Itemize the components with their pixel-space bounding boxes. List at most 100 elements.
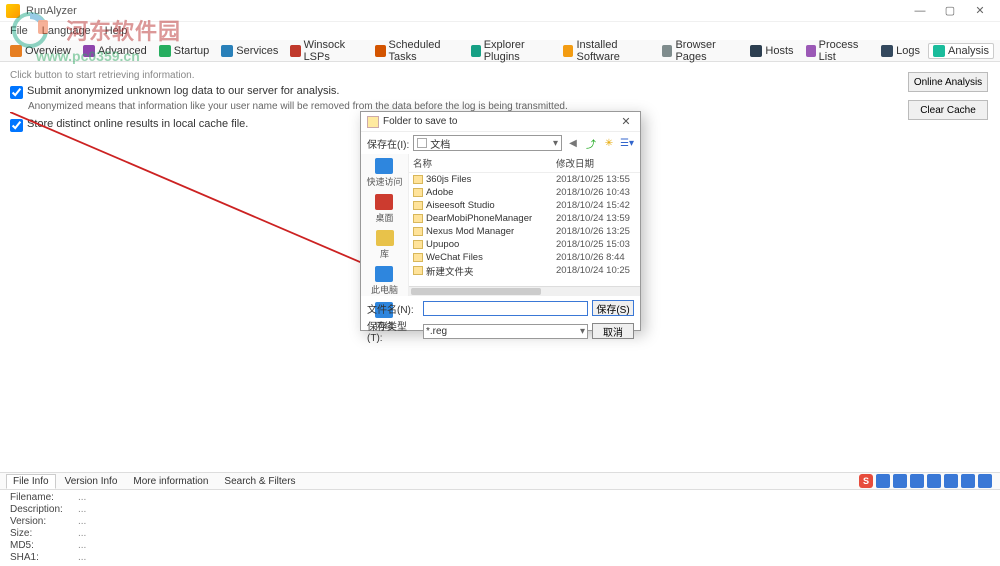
tab-icon [881, 45, 893, 57]
tab-services[interactable]: Services [217, 44, 282, 58]
info-tab-file-info[interactable]: File Info [6, 474, 56, 489]
horizontal-scrollbar[interactable] [409, 286, 640, 296]
folder-item[interactable]: DearMobiPhoneManager2018/10/24 13:59 [409, 212, 640, 225]
folder-icon [413, 175, 423, 184]
tab-browser-pages[interactable]: Browser Pages [658, 38, 742, 64]
ime-icon[interactable] [893, 474, 907, 488]
tab-winsock-lsps[interactable]: Winsock LSPs [286, 38, 367, 64]
maximize-button[interactable]: ▢ [936, 2, 964, 20]
ime-icon[interactable] [961, 474, 975, 488]
dialog-title: Folder to save to [383, 116, 618, 127]
tab-logs[interactable]: Logs [877, 44, 924, 58]
ime-icon[interactable] [927, 474, 941, 488]
info-tab-version-info[interactable]: Version Info [58, 474, 125, 489]
info-row: Description:... [10, 504, 990, 516]
info-row: Version:... [10, 516, 990, 528]
place-icon [375, 194, 393, 210]
save-in-label: 保存在(I): [367, 136, 409, 151]
tab-icon [221, 45, 233, 57]
menu-file[interactable]: File [8, 25, 30, 37]
tab-startup[interactable]: Startup [155, 44, 213, 58]
col-name[interactable]: 名称 [413, 156, 556, 170]
folder-icon [413, 266, 423, 275]
save-dialog: Folder to save to ✕ 保存在(I): 文档 ▾ ◀ ⤴ ✳ ☰… [360, 111, 641, 331]
online-analysis-button[interactable]: Online Analysis [908, 72, 988, 92]
info-tab-search---filters[interactable]: Search & Filters [217, 474, 302, 489]
titlebar: RunAlyzer ― ▢ ✕ [0, 0, 1000, 22]
tab-icon [750, 45, 762, 57]
ime-icon[interactable] [944, 474, 958, 488]
save-in-combo[interactable]: 文档 ▾ [413, 135, 562, 151]
tab-icon [471, 45, 481, 57]
info-row: MD5:... [10, 540, 990, 552]
ime-icon[interactable] [978, 474, 992, 488]
folder-item[interactable]: Nexus Mod Manager2018/10/26 13:25 [409, 225, 640, 238]
tab-icon [159, 45, 171, 57]
dialog-close-button[interactable]: ✕ [618, 115, 634, 128]
new-folder-icon[interactable]: ✳ [602, 136, 616, 150]
folder-icon [413, 188, 423, 197]
hint-text: Click button to start retrieving informa… [10, 70, 990, 81]
folder-icon [413, 227, 423, 236]
menu-help[interactable]: Help [103, 25, 130, 37]
filename-input[interactable] [423, 301, 588, 316]
tab-icon [933, 45, 945, 57]
place-icon [375, 158, 393, 174]
tab-icon [83, 45, 95, 57]
toolbar: Overview Advanced Startup Services Winsock L… [0, 40, 1000, 62]
tab-installed-software[interactable]: Installed Software [559, 38, 654, 64]
info-tab-more-information[interactable]: More information [126, 474, 215, 489]
tab-process-list[interactable]: Process List [802, 38, 874, 64]
folder-icon [413, 253, 423, 262]
places-此电脑[interactable]: 此电脑 [371, 266, 398, 296]
tab-hosts[interactable]: Hosts [746, 44, 797, 58]
folder-icon [413, 201, 423, 210]
folder-item[interactable]: Upupoo2018/10/25 15:03 [409, 238, 640, 251]
tab-overview[interactable]: Overview [6, 44, 75, 58]
tab-analysis[interactable]: Analysis [928, 43, 994, 59]
ime-icon[interactable] [910, 474, 924, 488]
app-icon [6, 4, 20, 18]
tab-scheduled-tasks[interactable]: Scheduled Tasks [371, 38, 462, 64]
folder-item[interactable]: 新建文件夹2018/10/24 10:25 [409, 264, 640, 277]
folder-item[interactable]: 360js Files2018/10/25 13:55 [409, 173, 640, 186]
place-icon [376, 230, 394, 246]
menu-language[interactable]: Language [40, 25, 93, 37]
filetype-label: 保存类型(T): [367, 318, 419, 344]
tab-icon [563, 45, 573, 57]
documents-icon [417, 138, 427, 148]
tab-explorer-plugins[interactable]: Explorer Plugins [467, 38, 556, 64]
places-桌面[interactable]: 桌面 [375, 194, 393, 224]
cancel-button[interactable]: 取消 [592, 323, 634, 339]
ime-icon[interactable] [876, 474, 890, 488]
view-menu-icon[interactable]: ☰▾ [620, 136, 634, 150]
col-date[interactable]: 修改日期 [556, 156, 636, 170]
window-title: RunAlyzer [26, 5, 906, 17]
places-快速访问[interactable]: 快速访问 [366, 158, 402, 188]
places-sidebar: 快速访问桌面库此电脑网络 [361, 154, 409, 296]
tab-advanced[interactable]: Advanced [79, 44, 151, 58]
tab-icon [662, 45, 672, 57]
save-button[interactable]: 保存(S) [592, 300, 634, 316]
ime-toolbar: S [859, 474, 992, 488]
folder-item[interactable]: WeChat Files2018/10/26 8:44 [409, 251, 640, 264]
back-icon[interactable]: ◀ [566, 136, 580, 150]
info-row: Filename:... [10, 492, 990, 504]
info-row: Size:... [10, 528, 990, 540]
info-tabs: File InfoVersion InfoMore informationSea… [0, 472, 1000, 490]
minimize-button[interactable]: ― [906, 2, 934, 20]
folder-item[interactable]: Aiseesoft Studio2018/10/24 15:42 [409, 199, 640, 212]
folder-item[interactable]: Adobe2018/10/26 10:43 [409, 186, 640, 199]
info-row: SHA1:... [10, 552, 990, 564]
places-库[interactable]: 库 [376, 230, 394, 260]
folder-icon [413, 214, 423, 223]
folder-icon [367, 116, 379, 128]
clear-cache-button[interactable]: Clear Cache [908, 100, 988, 120]
place-icon [375, 266, 393, 282]
up-icon[interactable]: ⤴ [584, 136, 598, 150]
tab-icon [10, 45, 22, 57]
submit-anonymized-checkbox[interactable]: Submit anonymized unknown log data to ou… [10, 85, 990, 99]
ime-icon[interactable]: S [859, 474, 873, 488]
filetype-select[interactable]: *.reg▾ [423, 324, 588, 339]
close-button[interactable]: ✕ [966, 2, 994, 20]
